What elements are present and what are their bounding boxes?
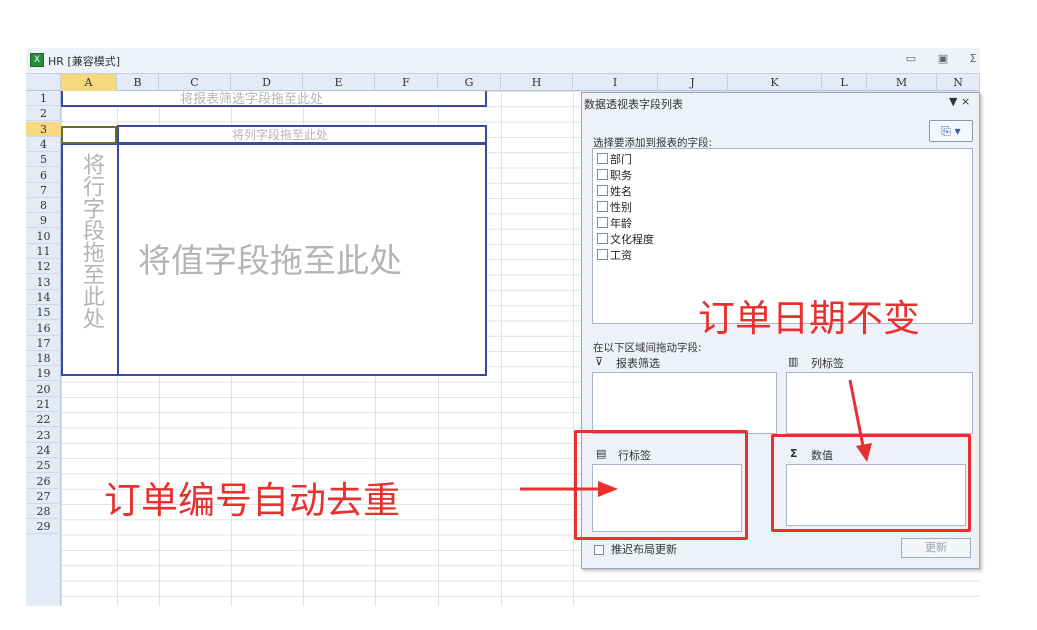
row-header-3[interactable]: 3 — [26, 121, 61, 137]
field-list-settings-button[interactable]: ⎘ ▾ — [929, 120, 973, 142]
column-header-m[interactable]: M — [867, 74, 937, 91]
row-header-12[interactable]: 12 — [26, 259, 61, 275]
row-header-2[interactable]: 2 — [26, 106, 61, 122]
field-item[interactable]: 年龄 — [597, 216, 632, 232]
field-item[interactable]: 姓名 — [597, 184, 632, 200]
column-header-b[interactable]: B — [117, 74, 159, 91]
field-item[interactable]: 性别 — [597, 200, 632, 216]
panel-close-icon[interactable]: ▼ × — [949, 95, 970, 108]
column-placeholder: 将列字段拖至此处 — [232, 128, 329, 142]
column-header-j[interactable]: J — [658, 74, 728, 91]
row-header-16[interactable]: 16 — [26, 321, 61, 336]
field-item[interactable]: 职务 — [597, 168, 632, 184]
row-header-1[interactable]: 1 — [26, 91, 61, 106]
field-item[interactable]: 工资 — [597, 248, 632, 264]
row-header-25[interactable]: 25 — [26, 458, 61, 474]
row-header-6[interactable]: 6 — [26, 168, 61, 183]
select-all-corner[interactable] — [26, 74, 61, 91]
row-header-9[interactable]: 9 — [26, 213, 61, 229]
close-window-button[interactable]: Σ — [966, 52, 980, 66]
row-placeholder: 将行字段拖至此处 — [79, 153, 104, 329]
field-item[interactable]: 文化程度 — [597, 232, 654, 248]
report-filter-zone[interactable] — [592, 372, 777, 434]
row-header-10[interactable]: 10 — [26, 229, 61, 244]
excel-icon[interactable]: X — [30, 53, 44, 67]
row-header-15[interactable]: 15 — [26, 305, 61, 321]
column-labels-icon: ▥ — [788, 355, 799, 368]
row-header-21[interactable]: 21 — [26, 397, 61, 412]
field-checkbox[interactable] — [597, 233, 608, 244]
row-labels-highlight-box — [574, 430, 748, 540]
column-labels-zone[interactable] — [786, 372, 973, 434]
annotation-left-note: 订单编号自动去重 — [104, 479, 400, 522]
row-header-26[interactable]: 26 — [26, 474, 61, 489]
column-header: A B C D E F G H I J K L M N — [26, 74, 980, 91]
filter-icon: ⊽ — [595, 355, 604, 368]
row-header: 1 2 3 4 5 6 7 8 9 10 11 12 13 14 15 16 1… — [26, 91, 61, 606]
column-header-k[interactable]: K — [728, 74, 822, 91]
row-header-8[interactable]: 8 — [26, 198, 61, 214]
column-header-n[interactable]: N — [937, 74, 980, 91]
annotation-top-note: 订单日期不变 — [698, 297, 920, 340]
column-header-g[interactable]: G — [438, 74, 501, 91]
panel-title: 数据透视表字段列表 — [584, 98, 683, 111]
row-header-13[interactable]: 13 — [26, 275, 61, 290]
column-header-h[interactable]: H — [501, 74, 573, 91]
row-header-14[interactable]: 14 — [26, 290, 61, 305]
field-checkbox[interactable] — [597, 185, 608, 196]
row-header-20[interactable]: 20 — [26, 382, 61, 397]
row-header-19[interactable]: 19 — [26, 366, 61, 382]
restore-button[interactable]: ▣ — [936, 52, 950, 66]
column-header-f[interactable]: F — [375, 74, 438, 91]
defer-layout-update-checkbox[interactable] — [594, 545, 604, 555]
row-header-4[interactable]: 4 — [26, 137, 61, 152]
row-header-17[interactable]: 17 — [26, 336, 61, 351]
column-header-i[interactable]: I — [573, 74, 658, 91]
field-checkbox[interactable] — [597, 201, 608, 212]
field-checkbox[interactable] — [597, 153, 608, 164]
drag-fields-label: 在以下区域间拖动字段: — [593, 342, 702, 354]
row-header-11[interactable]: 11 — [26, 244, 61, 259]
field-checkbox[interactable] — [597, 217, 608, 228]
row-header-27[interactable]: 27 — [26, 489, 61, 504]
field-checkbox[interactable] — [597, 249, 608, 260]
title-bar — [26, 48, 980, 74]
report-filter-placeholder: 将报表筛选字段拖至此处 — [180, 92, 324, 107]
field-checkbox[interactable] — [597, 169, 608, 180]
row-header-5[interactable]: 5 — [26, 152, 61, 168]
report-filter-zone-label: 报表筛选 — [616, 357, 660, 370]
update-button[interactable]: 更新 — [901, 538, 971, 558]
column-labels-zone-label: 列标签 — [811, 357, 844, 370]
row-header-22[interactable]: 22 — [26, 412, 61, 428]
row-header-7[interactable]: 7 — [26, 183, 61, 198]
row-header-23[interactable]: 23 — [26, 428, 61, 443]
row-header-24[interactable]: 24 — [26, 443, 61, 458]
column-header-a[interactable]: A — [61, 74, 117, 91]
row-header-18[interactable]: 18 — [26, 351, 61, 367]
row-header-29[interactable]: 29 — [26, 519, 61, 535]
defer-layout-update-label: 推迟布局更新 — [611, 543, 677, 556]
field-item[interactable]: 部门 — [597, 152, 632, 168]
window-title: HR [兼容模式] — [48, 55, 120, 68]
values-highlight-box — [771, 434, 971, 532]
grid-line — [501, 91, 502, 606]
minimize-button[interactable]: ▭ — [904, 52, 918, 66]
active-cell-a3[interactable] — [61, 126, 117, 144]
value-placeholder: 将值字段拖至此处 — [138, 241, 402, 280]
row-header-28[interactable]: 28 — [26, 504, 61, 520]
column-header-l[interactable]: L — [822, 74, 867, 91]
